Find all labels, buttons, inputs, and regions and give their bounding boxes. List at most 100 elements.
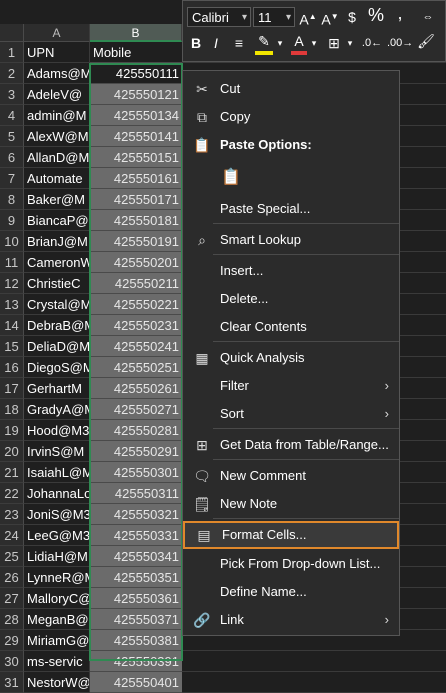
cell-upn[interactable]: DeliaD@M bbox=[24, 336, 90, 357]
percent-button[interactable]: % bbox=[367, 5, 385, 25]
font-size-box[interactable]: 11 ▾ bbox=[253, 7, 295, 27]
cell-mobile[interactable]: 425550111 bbox=[90, 63, 182, 84]
cell-mobile[interactable]: 425550211 bbox=[90, 273, 182, 294]
chevron-down-icon[interactable]: ▾ bbox=[275, 33, 285, 53]
cell-mobile[interactable]: 425550341 bbox=[90, 546, 182, 567]
cell-upn[interactable]: AlexW@M bbox=[24, 126, 90, 147]
cell-upn[interactable]: MeganB@ bbox=[24, 609, 90, 630]
cell-upn[interactable]: DiegoS@M bbox=[24, 357, 90, 378]
row-header[interactable]: 25 bbox=[0, 546, 24, 567]
menu-item-filter[interactable]: Filter › bbox=[183, 372, 399, 400]
cell-mobile[interactable]: 425550351 bbox=[90, 567, 182, 588]
menu-item-get-data[interactable]: ⊞ Get Data from Table/Range... bbox=[183, 431, 399, 459]
increase-decimal-icon[interactable]: .0← bbox=[361, 33, 383, 53]
cell-mobile[interactable]: 425550271 bbox=[90, 399, 182, 420]
menu-item-quick-analysis[interactable]: ▦ Quick Analysis bbox=[183, 344, 399, 372]
row-header[interactable]: 5 bbox=[0, 126, 24, 147]
row-header[interactable]: 20 bbox=[0, 441, 24, 462]
row-header[interactable]: 28 bbox=[0, 609, 24, 630]
menu-item-sort[interactable]: Sort › bbox=[183, 400, 399, 428]
cell-mobile[interactable]: 425550151 bbox=[90, 147, 182, 168]
cell-upn[interactable]: CameronW bbox=[24, 252, 90, 273]
row-header[interactable]: 2 bbox=[0, 63, 24, 84]
menu-item-smart-lookup[interactable]: ⌕ Smart Lookup bbox=[183, 226, 399, 254]
menu-item-define-name[interactable]: Define Name... bbox=[183, 578, 399, 606]
cell-upn[interactable]: JoniS@M3 bbox=[24, 504, 90, 525]
highlight-icon[interactable]: ✎ bbox=[255, 31, 273, 51]
row-header[interactable]: 8 bbox=[0, 189, 24, 210]
menu-item-cut[interactable]: ✂ Cut bbox=[183, 75, 399, 103]
header-cell-mobile[interactable]: Mobile bbox=[90, 42, 182, 63]
menu-item-pick-dropdown[interactable]: Pick From Drop-down List... bbox=[183, 550, 399, 578]
cell-mobile[interactable]: 425550311 bbox=[90, 483, 182, 504]
cell-upn[interactable]: MalloryC@ bbox=[24, 588, 90, 609]
row-header[interactable]: 10 bbox=[0, 231, 24, 252]
cell-mobile[interactable]: 425550241 bbox=[90, 336, 182, 357]
row-header[interactable]: 17 bbox=[0, 378, 24, 399]
grow-font-icon[interactable]: A▲ bbox=[299, 7, 317, 28]
chevron-down-icon[interactable]: ▾ bbox=[309, 33, 319, 53]
paste-option-keep-source[interactable]: 📋 bbox=[183, 163, 399, 193]
font-color-button[interactable]: A bbox=[291, 31, 307, 51]
format-painter-icon[interactable]: 🖌 bbox=[415, 31, 437, 51]
cell-mobile[interactable]: 425550134 bbox=[90, 105, 182, 126]
cell-upn[interactable]: GradyA@M bbox=[24, 399, 90, 420]
comma-button[interactable]: , bbox=[391, 3, 409, 23]
row-header[interactable]: 11 bbox=[0, 252, 24, 273]
cell-upn[interactable]: Baker@M bbox=[24, 189, 90, 210]
cell-mobile[interactable]: 425550331 bbox=[90, 525, 182, 546]
cell-mobile[interactable]: 425550161 bbox=[90, 168, 182, 189]
cell-upn[interactable]: AdeleV@ bbox=[24, 84, 90, 105]
row-header[interactable]: 14 bbox=[0, 315, 24, 336]
row-header[interactable]: 29 bbox=[0, 630, 24, 651]
empty-cell[interactable] bbox=[182, 651, 446, 672]
row-header[interactable]: 19 bbox=[0, 420, 24, 441]
menu-item-clear-contents[interactable]: Clear Contents bbox=[183, 313, 399, 341]
cell-upn[interactable]: NestorW@ bbox=[24, 672, 90, 693]
shrink-font-icon[interactable]: A▼ bbox=[321, 7, 339, 28]
row-header[interactable]: 1 bbox=[0, 42, 24, 63]
cell-upn[interactable]: BrianJ@M bbox=[24, 231, 90, 252]
row-header[interactable]: 22 bbox=[0, 483, 24, 504]
cell-mobile[interactable]: 425550181 bbox=[90, 210, 182, 231]
row-header[interactable]: 24 bbox=[0, 525, 24, 546]
row-header[interactable]: 15 bbox=[0, 336, 24, 357]
cell-mobile[interactable]: 425550221 bbox=[90, 294, 182, 315]
header-cell-upn[interactable]: UPN bbox=[24, 42, 90, 63]
row-header[interactable]: 27 bbox=[0, 588, 24, 609]
cell-mobile[interactable]: 425550381 bbox=[90, 630, 182, 651]
cell-upn[interactable]: LynneR@M bbox=[24, 567, 90, 588]
row-header[interactable]: 23 bbox=[0, 504, 24, 525]
column-header-a[interactable]: A bbox=[24, 24, 90, 42]
menu-item-new-comment[interactable]: 🗨 New Comment bbox=[183, 462, 399, 490]
cell-mobile[interactable]: 425550371 bbox=[90, 609, 182, 630]
row-header[interactable]: 3 bbox=[0, 84, 24, 105]
cell-mobile[interactable]: 425550321 bbox=[90, 504, 182, 525]
cell-mobile[interactable]: 425550391 bbox=[90, 651, 182, 672]
cell-mobile[interactable]: 425550191 bbox=[90, 231, 182, 252]
decrease-decimal-icon[interactable]: .00→ bbox=[387, 33, 413, 53]
currency-button[interactable]: $ bbox=[343, 7, 361, 27]
cell-mobile[interactable]: 425550141 bbox=[90, 126, 182, 147]
cell-mobile[interactable]: 425550301 bbox=[90, 462, 182, 483]
cell-mobile[interactable]: 425550231 bbox=[90, 315, 182, 336]
borders-icon[interactable]: ⊞ bbox=[325, 33, 343, 53]
cell-mobile[interactable]: 425550361 bbox=[90, 588, 182, 609]
menu-item-insert[interactable]: Insert... bbox=[183, 257, 399, 285]
row-header[interactable]: 13 bbox=[0, 294, 24, 315]
cell-upn[interactable]: admin@M bbox=[24, 105, 90, 126]
select-all-corner[interactable] bbox=[0, 24, 24, 42]
cell-mobile[interactable]: 425550201 bbox=[90, 252, 182, 273]
row-header[interactable]: 26 bbox=[0, 567, 24, 588]
row-header[interactable]: 12 bbox=[0, 273, 24, 294]
row-header[interactable]: 21 bbox=[0, 462, 24, 483]
menu-item-delete[interactable]: Delete... bbox=[183, 285, 399, 313]
menu-item-new-note[interactable]: 🗒 New Note bbox=[183, 490, 399, 518]
cell-upn[interactable]: MiriamG@ bbox=[24, 630, 90, 651]
row-header[interactable]: 9 bbox=[0, 210, 24, 231]
cell-upn[interactable]: LidiaH@M bbox=[24, 546, 90, 567]
menu-item-link[interactable]: 🔗 Link › bbox=[183, 606, 399, 634]
menu-item-format-cells[interactable]: ▤ Format Cells... bbox=[183, 521, 399, 549]
row-header[interactable]: 6 bbox=[0, 147, 24, 168]
menu-item-paste-special[interactable]: Paste Special... bbox=[183, 195, 399, 223]
